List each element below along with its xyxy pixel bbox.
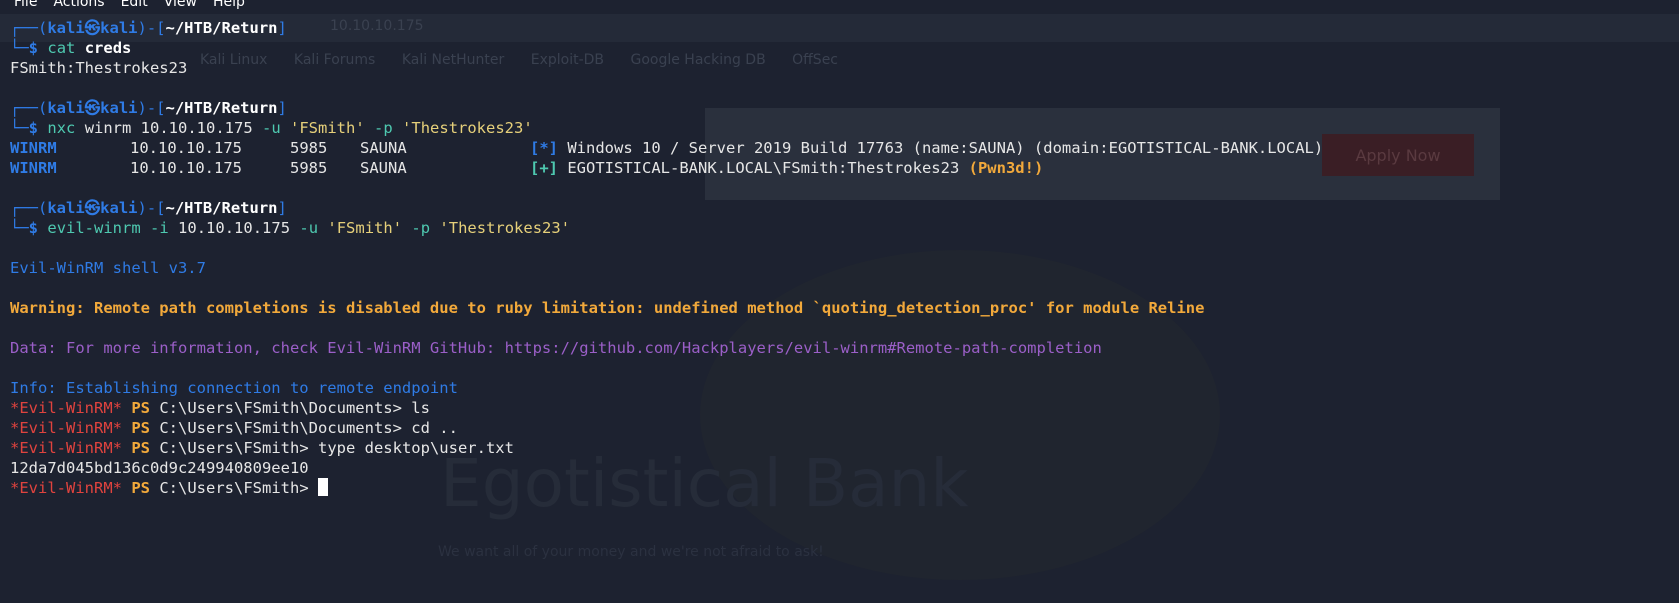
terminal-menubar: File Actions Edit View Help (0, 0, 245, 12)
menu-file[interactable]: File (14, 0, 37, 12)
prompt-header: ┌──(kali㉿kali)-[~/HTB/Return] (10, 99, 287, 117)
flag-output: 12da7d045bd136c0d9c249940809ee10 (10, 459, 309, 477)
warning-message: Warning: Remote path completions is disa… (10, 299, 1205, 317)
info-message: Info: Establishing connection to remote … (10, 379, 458, 397)
shell-version: Evil-WinRM shell v3.7 (10, 259, 206, 277)
ps-line: *Evil-WinRM* PS C:\Users\FSmith\Document… (10, 419, 458, 437)
menu-actions[interactable]: Actions (53, 0, 104, 12)
text-cursor (317, 478, 328, 496)
command-output: FSmith:Thestrokes23 (10, 59, 188, 77)
command-line: └─$ cat creds (10, 39, 132, 57)
nxc-result-row: WINRM 10.10.10.175 5985 SAUNA [+] EGOTISTICA… (10, 159, 1044, 177)
data-message: Data: For more information, check Evil-W… (10, 339, 1102, 357)
prompt-header: ┌──(kali㉿kali)-[~/HTB/Return] (10, 19, 287, 37)
nxc-result-row: WINRM 10.10.10.175 5985 SAUNA [*] Windows 10… (10, 139, 1324, 157)
menu-help[interactable]: Help (213, 0, 245, 12)
ps-prompt[interactable]: *Evil-WinRM* PS C:\Users\FSmith> (10, 478, 328, 498)
terminal-output[interactable]: ┌──(kali㉿kali)-[~/HTB/Return] └─$ cat cr… (0, 18, 1679, 603)
ps-line: *Evil-WinRM* PS C:\Users\FSmith> type de… (10, 439, 514, 457)
prompt-header: ┌──(kali㉿kali)-[~/HTB/Return] (10, 199, 287, 217)
command-line: └─$ evil-winrm -i 10.10.10.175 -u 'FSmit… (10, 219, 571, 237)
menu-edit[interactable]: Edit (121, 0, 148, 12)
command-line: └─$ nxc winrm 10.10.10.175 -u 'FSmith' -… (10, 119, 533, 137)
ps-line: *Evil-WinRM* PS C:\Users\FSmith\Document… (10, 399, 430, 417)
menu-view[interactable]: View (164, 0, 197, 12)
